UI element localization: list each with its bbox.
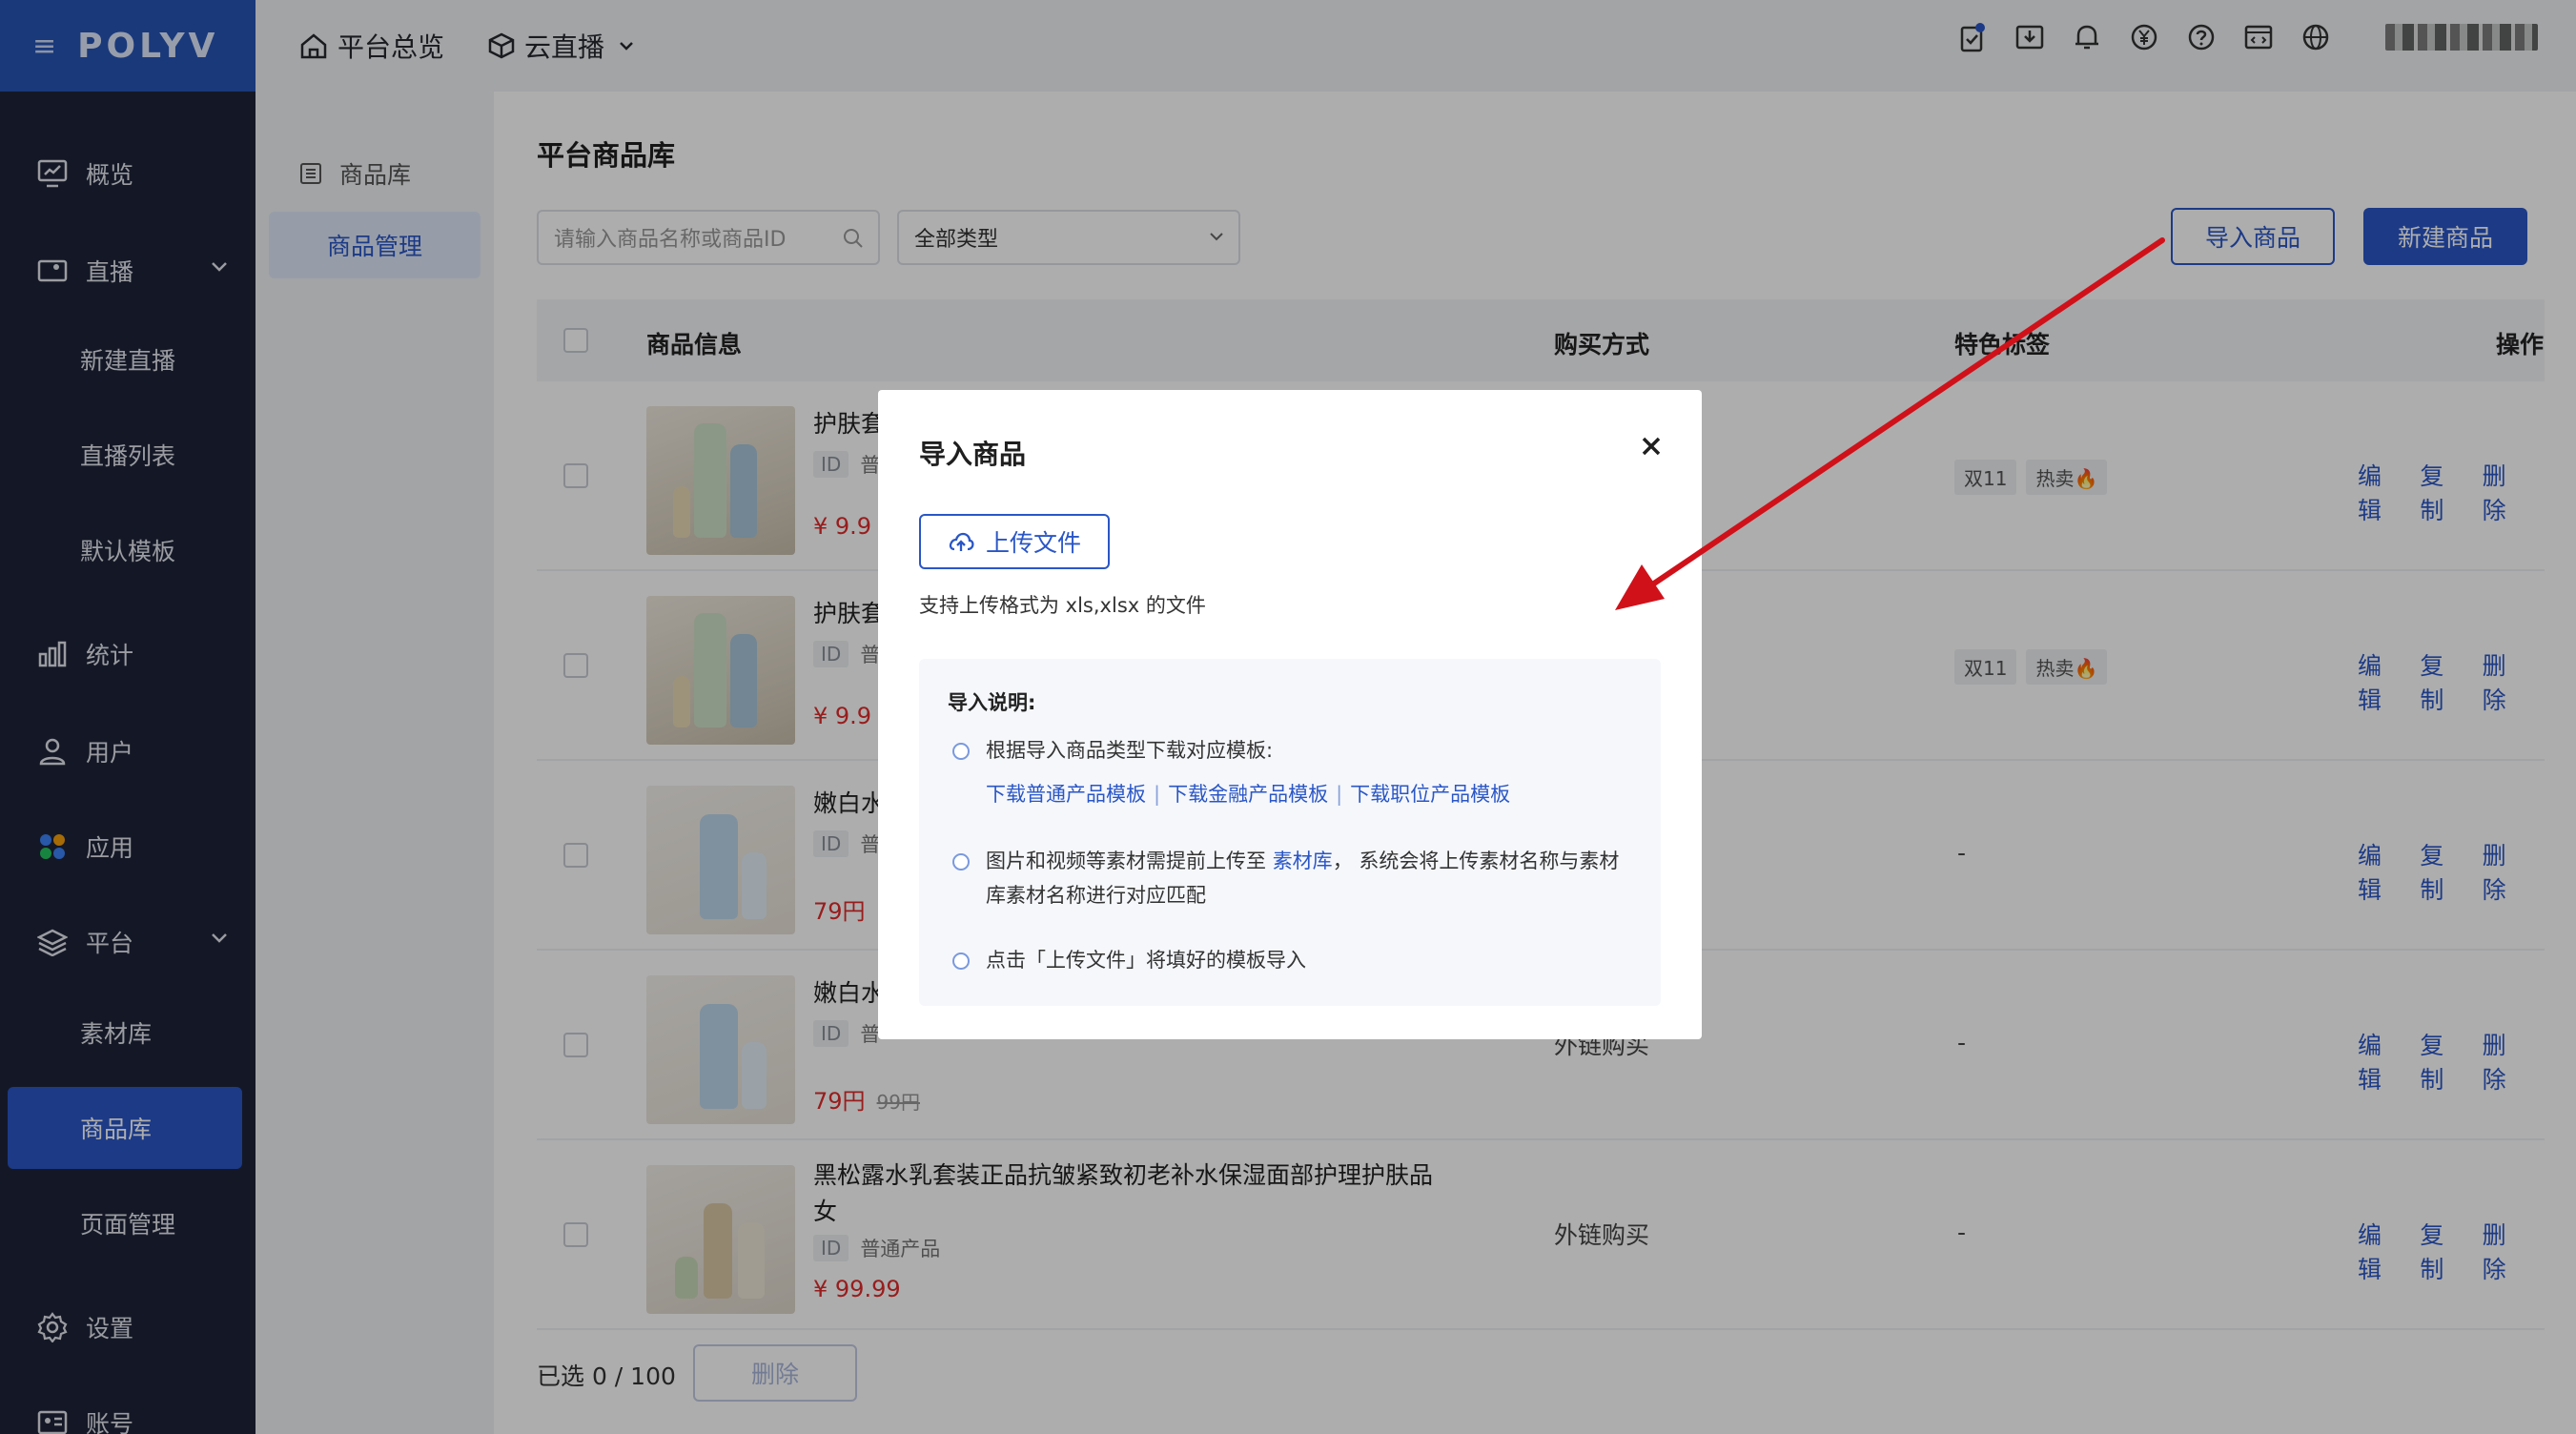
annotation-arrow-icon <box>1615 237 2165 610</box>
